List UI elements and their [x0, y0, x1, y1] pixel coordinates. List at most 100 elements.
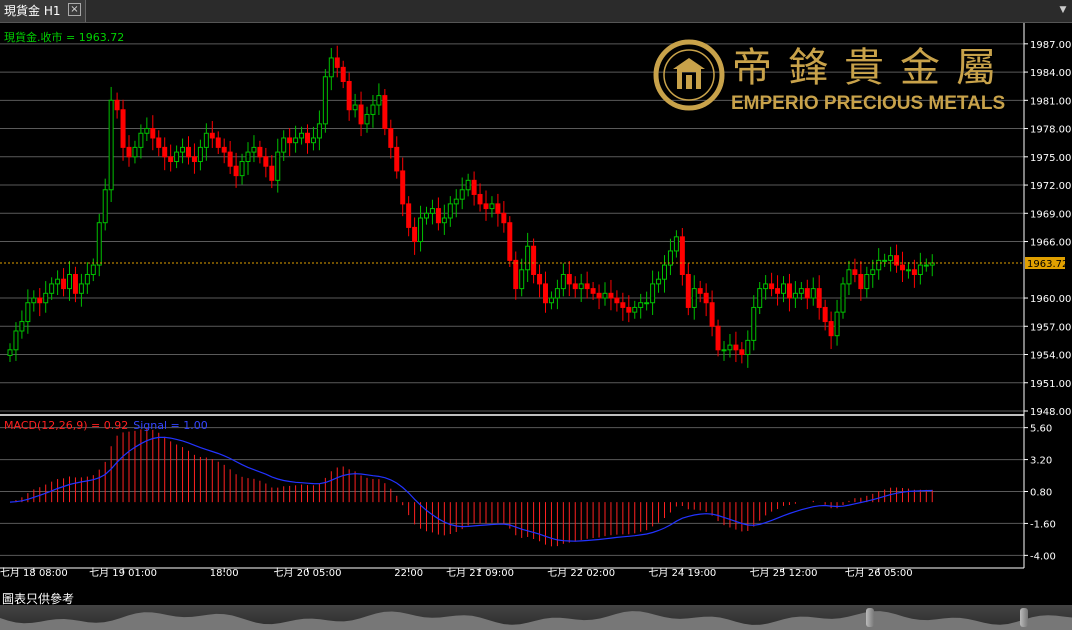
candle-body	[132, 146, 138, 158]
candle-body	[144, 128, 150, 134]
tab-bar: 現貨金 H1 × ▼	[0, 0, 1072, 23]
logo-english-name: EMPERIO PRECIOUS METALS	[731, 93, 1005, 114]
candle-body	[233, 165, 239, 177]
y-tick-label: 5.60	[1030, 424, 1052, 435]
candle-body	[168, 156, 174, 163]
candle-body	[72, 273, 78, 294]
candle-body	[685, 273, 691, 308]
candle-body	[424, 212, 429, 219]
candle-body	[792, 292, 798, 299]
candle-body	[406, 203, 412, 228]
y-tick-label: 1948.00	[1030, 407, 1071, 418]
candle-body	[364, 113, 370, 125]
candle-body	[727, 344, 733, 351]
candle-body	[322, 76, 328, 125]
candle-body	[739, 349, 745, 356]
chart-scrollbar[interactable]	[0, 605, 1072, 630]
candle-body	[263, 156, 269, 167]
candle-body	[513, 259, 519, 290]
candle-body	[340, 66, 346, 82]
x-tick-label: 七月 20 05:00	[274, 567, 342, 579]
candle-body	[305, 132, 310, 144]
candle-body	[412, 226, 418, 243]
candle-body	[358, 104, 364, 125]
candle-body	[531, 245, 537, 275]
x-tick-label: 七月 26 05:00	[845, 567, 913, 579]
candle-body	[96, 222, 102, 266]
y-tick-label: 1987.00	[1030, 40, 1071, 51]
y-tick-label: 1966.00	[1030, 238, 1071, 249]
candle-body	[900, 264, 905, 271]
candle-body	[346, 80, 352, 111]
scroll-handle-right[interactable]	[1020, 608, 1028, 627]
candle-body	[876, 259, 882, 271]
candle-body	[537, 273, 543, 285]
candle-body	[245, 151, 251, 163]
candle-body	[882, 259, 888, 262]
y-tick-label: 1975.00	[1030, 153, 1071, 164]
candle-body	[507, 222, 513, 261]
logo-emblem	[653, 39, 725, 111]
tab-spot-gold-h1[interactable]: 現貨金 H1 ×	[0, 0, 86, 22]
candle-body	[394, 146, 400, 172]
candle-body	[269, 165, 275, 181]
candle-body	[810, 288, 816, 299]
y-tick-label: 1984.00	[1030, 68, 1071, 79]
current-price-tag-label: 1963.72	[1027, 259, 1068, 270]
x-tick-label: 18:00	[210, 568, 239, 579]
macd-histogram	[15, 428, 933, 547]
candle-body	[221, 146, 227, 153]
candle-body	[376, 95, 382, 106]
company-logo: 帝鋒貴金屬 EMPERIO PRECIOUS METALS	[653, 39, 1005, 114]
candle-body	[769, 283, 775, 290]
candle-body	[584, 283, 590, 290]
candle-body	[477, 193, 483, 205]
candle-body	[78, 283, 84, 294]
scroll-handle-left[interactable]	[866, 608, 874, 627]
candle-body	[150, 128, 156, 139]
candle-body	[156, 137, 162, 148]
candle-body	[275, 151, 281, 181]
y-tick-label: 1957.00	[1030, 322, 1071, 333]
x-tick-label: 七月 19 01:00	[89, 567, 157, 579]
candle-body	[251, 146, 257, 153]
x-tick-label: 七月 24 19:00	[648, 567, 716, 579]
candle-body	[775, 288, 781, 294]
candle-body	[763, 283, 769, 290]
candle-body	[90, 264, 96, 275]
y-tick-label: 1972.00	[1030, 181, 1071, 192]
chevron-down-icon[interactable]: ▼	[1058, 5, 1068, 15]
y-tick-label: 1954.00	[1030, 351, 1071, 362]
candle-body	[715, 325, 721, 351]
candle-body	[459, 189, 465, 200]
candle-body	[281, 137, 287, 153]
candle-body	[370, 104, 376, 115]
macd-legend: MACD(12,26,9) = 0.92 Signal = 1.00	[4, 419, 208, 432]
candle-body	[543, 283, 548, 304]
tab-title: 現貨金 H1	[4, 4, 61, 18]
symbol-label: 現貨金.收市 = 1963.72	[4, 30, 124, 44]
candle-body	[447, 203, 453, 219]
candle-body	[287, 137, 293, 144]
candle-body	[548, 297, 554, 304]
chart-area[interactable]: 1987.00 1984.00 1981.00 1978.00 1975.00 1972.…	[0, 23, 1072, 590]
macd-label: MACD(12,26,9) = 0.92	[4, 419, 128, 432]
grid-lines	[0, 43, 1024, 556]
candle-body	[186, 146, 191, 158]
candle-body	[501, 212, 507, 224]
y-tick-label: -1.60	[1030, 519, 1056, 530]
y-tick-label: 1969.00	[1030, 209, 1071, 220]
candle-body	[180, 146, 186, 153]
candle-body	[84, 273, 90, 285]
candle-body	[709, 302, 715, 327]
candle-body	[691, 288, 697, 308]
candle-body	[566, 273, 572, 285]
candle-body	[864, 273, 870, 290]
candle-body	[703, 292, 709, 304]
close-icon[interactable]: ×	[68, 3, 81, 16]
candle-body	[382, 95, 388, 130]
candle-body	[299, 132, 305, 139]
candle-body	[328, 57, 334, 78]
candle-body	[852, 269, 858, 275]
candle-body	[138, 132, 144, 148]
